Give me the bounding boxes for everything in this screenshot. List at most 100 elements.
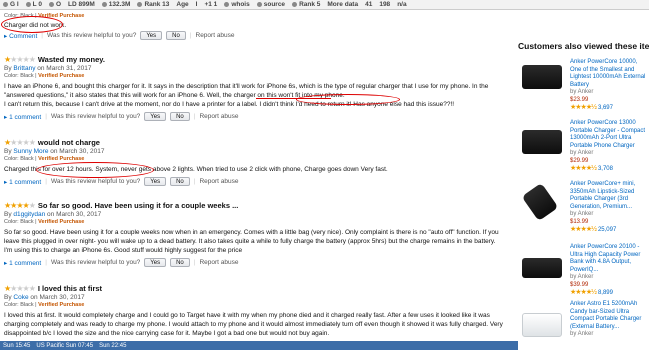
divider: | <box>189 32 192 39</box>
helpful-no-button[interactable]: No <box>166 31 186 40</box>
seo-item[interactable]: I <box>196 1 198 8</box>
helpful-yes-button[interactable]: Yes <box>144 258 167 267</box>
product-card[interactable]: Anker PowerCore 10000, One of the Smalle… <box>518 59 649 129</box>
color-label: Color: Black <box>4 73 34 79</box>
star-rating: ★★★★★ <box>4 55 36 64</box>
rating-count[interactable]: 8,899 <box>598 290 613 296</box>
product-title[interactable]: Anker PowerCore 10000, One of the Smalle… <box>570 59 649 89</box>
helpful-no-button[interactable]: No <box>170 112 190 121</box>
report-abuse-link[interactable]: Report abuse <box>196 32 235 39</box>
review-date: on March 30, 2017 <box>30 294 85 301</box>
review-meta: Color: Black | Verified Purchase <box>4 13 85 19</box>
product-title[interactable]: Anker PowerCore 13000 Portable Charger -… <box>570 120 649 150</box>
product-card[interactable]: Anker PowerCore 13000 Portable Charger -… <box>518 120 649 190</box>
review-byline: By Coke on March 30, 2017 <box>4 294 85 301</box>
helpful-no-button[interactable]: No <box>170 258 190 267</box>
product-title[interactable]: Anker Astro E1 5200mAh Candy bar-Sized U… <box>570 301 649 331</box>
seo-item[interactable]: whois <box>224 1 250 8</box>
product-title[interactable]: Anker PowerCore 20100 - Ultra High Capac… <box>570 244 649 274</box>
star-rating: ★★★★★ <box>4 138 36 147</box>
seo-item[interactable]: 198 <box>379 1 390 8</box>
seo-item[interactable]: Rank 13 <box>137 1 169 8</box>
review-body: I have an iPhone 6, and bought this char… <box>4 83 489 108</box>
star-rating: ★★★★½ <box>570 165 597 172</box>
taskbar: Sun 15:45 US Pacific Sun 07:45 Sun 22:45 <box>0 341 518 350</box>
seo-item[interactable]: O <box>48 1 61 8</box>
author-link[interactable]: Coke <box>13 294 28 301</box>
clock-local[interactable]: Sun 15:45 <box>3 343 30 349</box>
rating-count[interactable]: 3,697 <box>598 105 613 111</box>
comment-link[interactable]: ▸ 1 comment <box>4 113 41 121</box>
product-brand: by Anker <box>570 331 594 337</box>
review-title[interactable]: I loved this at first <box>38 284 102 293</box>
seo-item[interactable]: L 0 <box>25 1 42 8</box>
review-date: on March 31, 2017 <box>37 65 92 72</box>
seo-item[interactable]: 41 <box>365 1 372 8</box>
divider: | <box>193 259 196 266</box>
product-info: Anker PowerCore 13000 Portable Charger -… <box>570 120 649 174</box>
seo-item[interactable]: Rank 5 <box>292 1 320 8</box>
helpful-yes-button[interactable]: Yes <box>144 177 167 186</box>
review-body: I loved this at first. It would complete… <box>4 312 503 337</box>
review-byline: By Brittany on March 31, 2017 <box>4 65 92 72</box>
review-title[interactable]: Wasted my money. <box>38 55 105 64</box>
divider: | <box>41 32 43 39</box>
product-price: $29.99 <box>570 157 589 164</box>
rating-count[interactable]: 3,708 <box>598 166 613 172</box>
helpful-yes-button[interactable]: Yes <box>144 112 167 121</box>
review-item: ★★★★★ I loved this at first By Coke on Ma… <box>4 284 504 338</box>
seo-item[interactable]: LD 899M <box>68 1 95 8</box>
star-rating: ★★★★★ <box>4 284 36 293</box>
report-abuse-link[interactable]: Report abuse <box>199 259 238 266</box>
seo-item[interactable]: G I <box>3 1 19 8</box>
google-icon <box>3 2 8 7</box>
annotation-circle <box>1 16 63 33</box>
product-card[interactable]: Anker PowerCore+ mini, 3350mAh Lipstick-… <box>518 181 649 251</box>
product-card[interactable]: Anker Astro E1 5200mAh Candy bar-Sized U… <box>518 301 649 350</box>
report-abuse-link[interactable]: Report abuse <box>199 178 238 185</box>
review-byline: By d1ggitydan on March 30, 2017 <box>4 211 102 218</box>
seo-item[interactable]: Age <box>176 1 188 8</box>
comment-link[interactable]: ▸ 1 comment <box>4 178 41 186</box>
clock-us-pacific[interactable]: US Pacific Sun 07:45 <box>36 343 93 349</box>
verified-badge: Verified Purchase <box>38 219 85 225</box>
rating-count[interactable]: 25,097 <box>598 227 616 233</box>
helpful-yes-button[interactable]: Yes <box>140 31 163 40</box>
circle-icon <box>48 2 54 7</box>
comment-link[interactable]: ▸ 1 comment <box>4 259 41 267</box>
review-actions: ▸ 1 comment | Was this review helpful to… <box>4 258 504 267</box>
review-body: Charger did not work. <box>4 22 67 29</box>
product-image[interactable] <box>522 65 562 89</box>
review-item: ★★★★★ Wasted my money. By Brittany on Mar… <box>4 55 504 121</box>
product-image[interactable] <box>522 313 562 337</box>
clock-other[interactable]: Sun 22:45 <box>99 343 126 349</box>
seo-item[interactable]: More data <box>327 1 358 8</box>
review-date: on March 30, 2017 <box>50 148 105 155</box>
review-meta: Color: Black | Verified Purchase <box>4 219 85 225</box>
divider: | <box>193 178 196 185</box>
report-abuse-link[interactable]: Report abuse <box>199 113 238 120</box>
review-actions: ▸ 1 comment | Was this review helpful to… <box>4 112 504 121</box>
author-link[interactable]: Sunny More <box>13 148 48 155</box>
review-meta: Color: Black | Verified Purchase <box>4 156 85 162</box>
color-label: Color: Black <box>4 156 34 162</box>
product-image[interactable] <box>522 258 562 278</box>
product-image[interactable] <box>521 182 559 222</box>
review-title[interactable]: So far so good. Have been using it for a… <box>38 201 238 210</box>
helpful-no-button[interactable]: No <box>170 177 190 186</box>
review-title[interactable]: would not charge <box>38 138 100 147</box>
divider: | <box>45 178 47 185</box>
author-link[interactable]: Brittany <box>13 65 35 72</box>
star-rating: ★★★★½ <box>570 104 597 111</box>
seo-item[interactable]: +1 1 <box>204 1 217 8</box>
annotation-circle <box>296 94 400 105</box>
author-link[interactable]: d1ggitydan <box>13 211 45 218</box>
seo-item[interactable]: n/a <box>397 1 406 8</box>
also-viewed-sidebar: Customers also viewed these items Anker … <box>518 0 649 350</box>
review-body: So far so good. Have been using it for a… <box>4 229 499 254</box>
seo-item[interactable]: 132.3M <box>101 1 130 8</box>
product-image[interactable] <box>522 130 562 154</box>
seo-item[interactable]: source <box>256 1 285 8</box>
star-rating: ★★★★★ <box>4 201 36 210</box>
product-title[interactable]: Anker PowerCore+ mini, 3350mAh Lipstick-… <box>570 181 649 211</box>
